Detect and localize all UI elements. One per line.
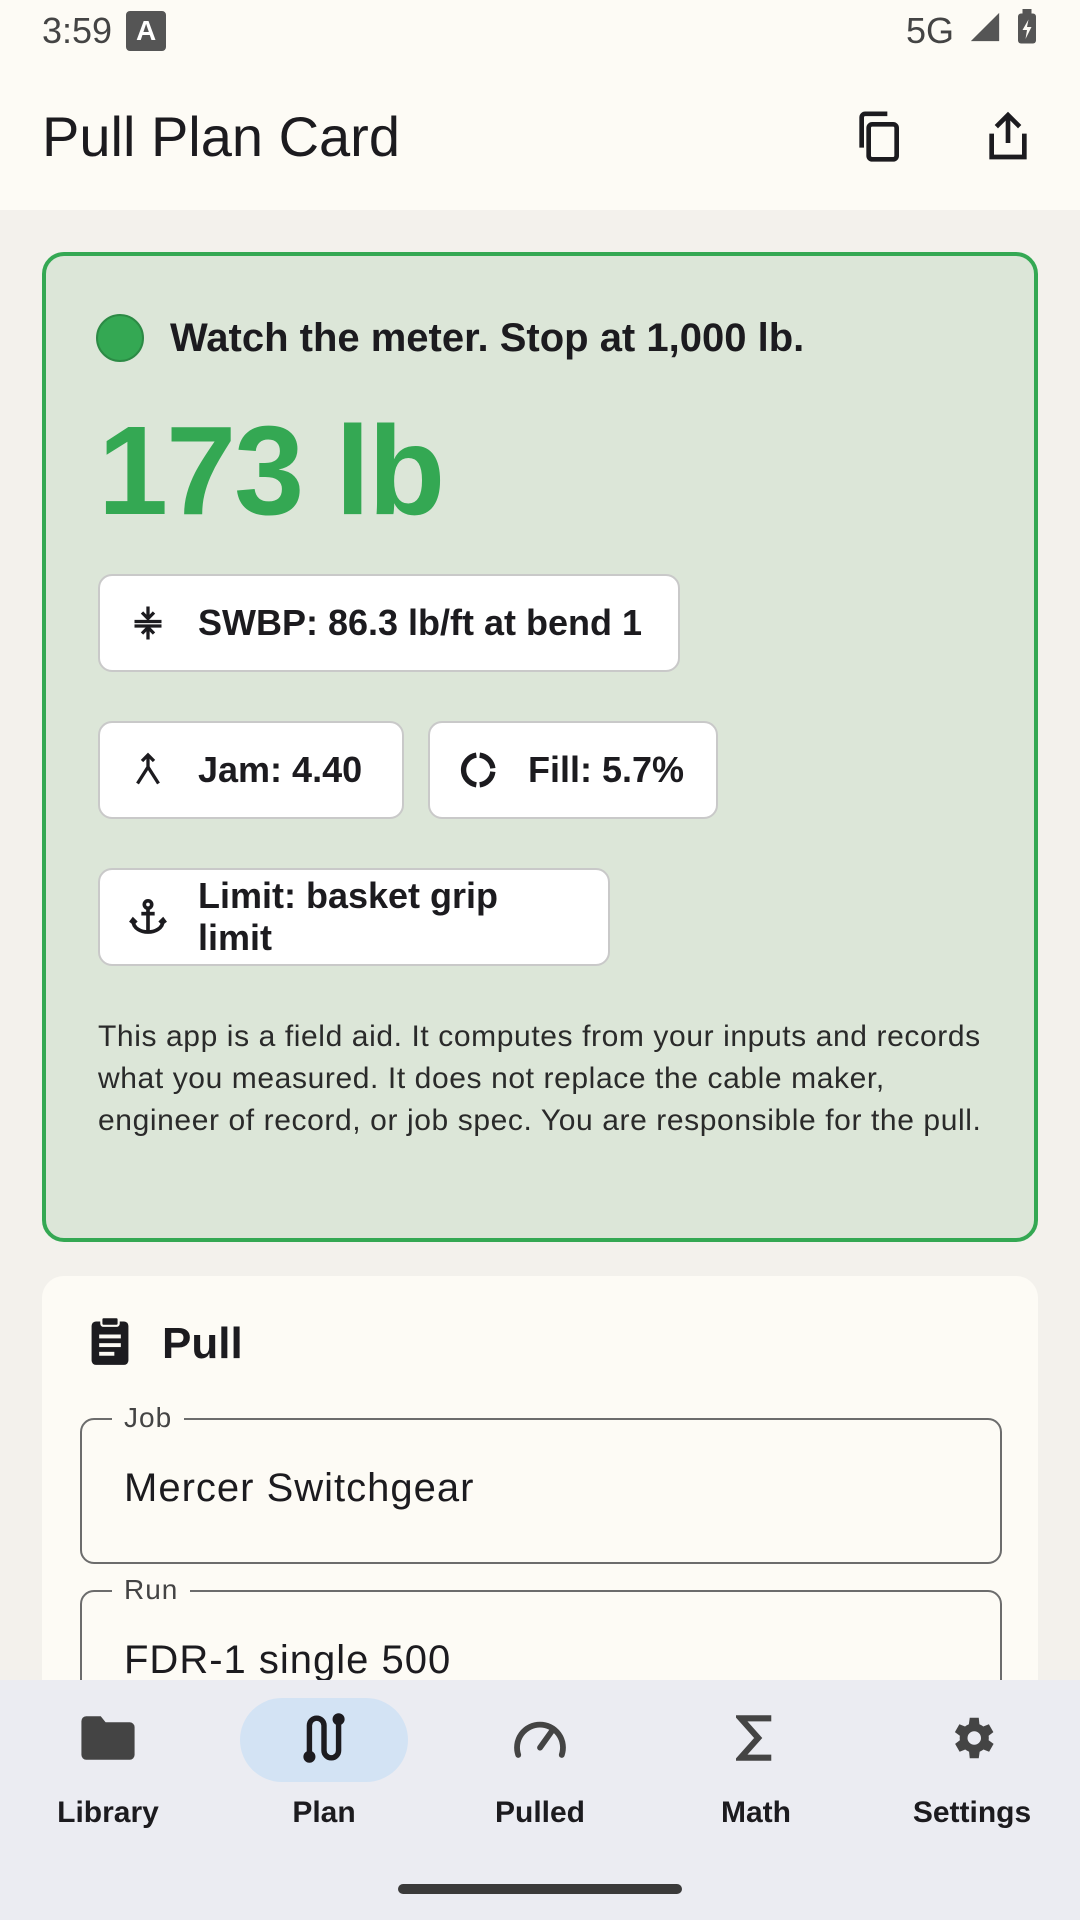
folder-icon: [79, 1713, 137, 1768]
sigma-icon: [733, 1714, 776, 1767]
accessibility-badge-icon: A: [126, 11, 167, 51]
speedometer-icon: [511, 1713, 569, 1768]
fill-chip[interactable]: Fill: 5.7%: [428, 721, 718, 819]
limit-label: Limit: basket grip limit: [198, 875, 499, 958]
run-field[interactable]: Run FDR-1 single 500: [80, 1574, 1002, 1680]
app-bar: Pull Plan Card: [0, 62, 1080, 210]
nav-label-settings: Settings: [912, 1796, 1032, 1829]
merge-icon: [128, 750, 168, 790]
nav-item-library[interactable]: Library: [0, 1680, 216, 1920]
pull-section-header: Pull: [84, 1314, 243, 1373]
nav-label-plan: Plan: [292, 1796, 356, 1829]
tension-value: 173 lb: [98, 400, 445, 541]
nav-active-indicator: [240, 1698, 408, 1782]
donut-icon: [458, 750, 498, 790]
run-field-value[interactable]: FDR-1 single 500: [124, 1638, 451, 1680]
jam-chip[interactable]: Jam: 4.40: [98, 721, 404, 819]
status-time: 3:59: [42, 10, 113, 51]
status-headline: Watch the meter. Stop at 1,000 lb.: [96, 314, 804, 362]
share-icon[interactable]: [978, 106, 1038, 166]
swbp-chip[interactable]: SWBP: 86.3 lb/ft at bend 1: [98, 574, 680, 672]
jam-label: Jam: 4.40: [198, 749, 363, 790]
job-field-label: Job: [112, 1402, 185, 1434]
disclaimer-text: This app is a field aid. It computes fro…: [98, 1020, 982, 1137]
route-icon: [299, 1711, 349, 1770]
network-label: 5G: [905, 10, 954, 51]
battery-icon: [1016, 8, 1038, 54]
gear-icon: [945, 1711, 999, 1770]
copy-icon[interactable]: [848, 106, 908, 166]
status-bar: 3:59 A 5G: [0, 0, 1080, 62]
nav-label-math: Math: [721, 1796, 791, 1829]
job-field[interactable]: Job Mercer Switchgear: [80, 1402, 1002, 1564]
run-field-label: Run: [112, 1574, 191, 1606]
headline-text: Watch the meter. Stop at 1,000 lb.: [170, 315, 805, 360]
job-field-value[interactable]: Mercer Switchgear: [124, 1466, 474, 1511]
scroll-content[interactable]: Watch the meter. Stop at 1,000 lb. 173 l…: [0, 210, 1080, 1680]
status-indicator-dot: [96, 314, 144, 362]
pull-card: Pull Job Mercer Switchgear Run FDR-1 sin…: [42, 1276, 1038, 1680]
nav-label-pulled: Pulled: [494, 1796, 585, 1829]
pull-section-title: Pull: [162, 1318, 243, 1368]
clipboard-icon: [84, 1314, 136, 1373]
fill-label: Fill: 5.7%: [528, 749, 685, 790]
nav-label-library: Library: [57, 1796, 159, 1829]
swbp-label: SWBP: 86.3 lb/ft at bend 1: [198, 602, 643, 643]
limit-chip[interactable]: Limit: basket grip limit: [98, 868, 610, 966]
anchor-icon: [128, 897, 168, 937]
home-indicator[interactable]: [398, 1884, 682, 1894]
nav-item-math[interactable]: Math: [648, 1680, 864, 1920]
page-title: Pull Plan Card: [42, 104, 400, 168]
status-card: Watch the meter. Stop at 1,000 lb. 173 l…: [42, 252, 1038, 1242]
compress-icon: [128, 603, 168, 643]
nav-item-settings[interactable]: Settings: [864, 1680, 1080, 1920]
signal-icon: [968, 10, 1002, 53]
